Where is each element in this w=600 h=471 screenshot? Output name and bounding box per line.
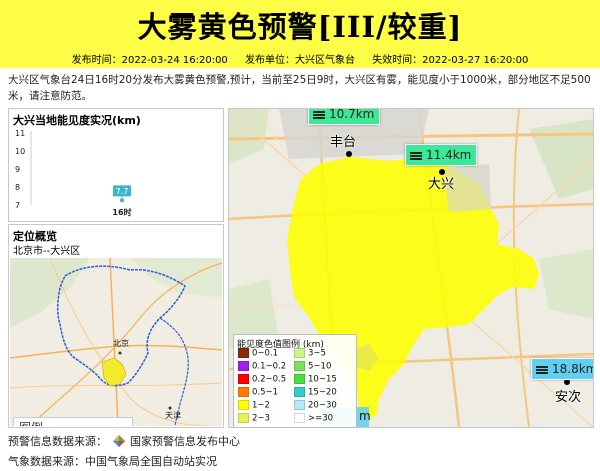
legend-swatch	[238, 413, 249, 423]
legend-label: 10~15	[308, 374, 337, 385]
station-marker-daxing[interactable]: 11.4km	[405, 144, 478, 166]
visibility-chart: 7 8 9 10 11 7.7 16时	[15, 129, 132, 217]
publish-time: 发布时间：2022-03-24 16:20:00	[71, 55, 228, 66]
location-subtitle: 北京市--大兴区	[13, 246, 81, 257]
beijing-label: 北京	[113, 339, 129, 348]
city-label-anci: 安次	[555, 390, 582, 405]
legend-item: 3~5	[294, 348, 326, 359]
tianjin-label: 天津	[165, 411, 181, 420]
warning-meta: 发布时间：2022-03-24 16:20:00 发布单位：大兴区气象台 失效时…	[0, 51, 600, 66]
y-tick-label: 7	[15, 201, 20, 210]
visibility-color-legend: 能见度色值图例 (km) 0~0.1 3~5 0.1~0.2 5~10 0.2~0.5 1…	[233, 334, 357, 428]
overview-map[interactable]: 北京 天津 图例 国界 省界	[10, 258, 222, 426]
legend-label: 0.2~0.5	[252, 374, 287, 385]
publisher: 发布单位：大兴区气象台	[245, 55, 355, 66]
source-line-2: 气象数据来源：中国气象局全国自动站实况	[8, 455, 217, 468]
y-tick-label: 10	[15, 147, 25, 156]
expire-time: 失效时间：2022-03-27 16:20:00	[372, 55, 529, 66]
legend-item: 1~2	[238, 400, 270, 411]
y-tick-label: 8	[15, 183, 20, 192]
warning-banner: 大雾黄色预警[III/较重] 发布时间：2022-03-24 16:20:00 …	[0, 0, 600, 68]
partial-station-label: m	[359, 409, 371, 423]
station-value: 11.4km	[426, 148, 472, 162]
legend-swatch	[294, 374, 305, 384]
source1-label: 预警信息数据来源：	[8, 435, 107, 448]
legend-label: 0.5~1	[252, 387, 279, 398]
station-marker-fengtai[interactable]: 10.7km	[308, 108, 381, 125]
legend-item: 0.2~0.5	[238, 374, 287, 385]
legend-item: 20~30	[294, 400, 337, 411]
legend-item: 0.5~1	[238, 387, 279, 398]
city-label-daxing: 大兴	[428, 177, 455, 192]
legend-swatch	[238, 361, 249, 371]
overview-map-legend: 图例 国界 省界	[13, 417, 133, 426]
location-overview-panel: 定位概览 北京市--大兴区 北京 天津 图例	[8, 224, 224, 428]
station-value: 18.8km	[552, 362, 594, 376]
station-marker-anci[interactable]: 18.8km	[531, 358, 594, 380]
visibility-chart-panel: 大兴当地能见度实况(km) 7 8 9 10 11 7.7 16时	[8, 108, 224, 222]
legend-swatch	[294, 361, 305, 371]
y-tick-label: 9	[15, 165, 20, 174]
legend-label: 1~2	[252, 400, 270, 411]
legend-label: >=30	[308, 413, 334, 424]
legend-swatch	[238, 400, 249, 410]
legend-swatch	[294, 400, 305, 410]
legend-label: 20~30	[308, 400, 337, 411]
warning-source-logo-icon	[112, 435, 125, 447]
legend-item: 15~20	[294, 387, 337, 398]
legend-label: 0.1~0.2	[252, 361, 287, 372]
legend-item: 0~0.1	[238, 348, 279, 359]
data-label: 7.7	[116, 187, 129, 196]
legend-item: 10~15	[294, 374, 337, 385]
station-menu-icon	[313, 110, 325, 119]
data-point[interactable]	[120, 198, 124, 203]
legend-swatch	[294, 348, 305, 358]
legend-label: 5~10	[308, 361, 332, 372]
legend-item: 5~10	[294, 361, 332, 372]
warning-title: 大雾黄色预警[III/较重]	[137, 10, 463, 44]
station-value: 10.7km	[329, 108, 375, 121]
x-category-label: 16时	[112, 207, 131, 217]
legend-item: >=30	[294, 413, 334, 424]
source-line-1: 预警信息数据来源： 国家预警信息发布中心	[8, 433, 240, 449]
station-menu-icon	[536, 365, 548, 374]
y-tick-label: 11	[15, 129, 25, 138]
legend-label: 2~3	[252, 413, 270, 424]
legend-item: 0.1~0.2	[238, 361, 287, 372]
legend-label: 0~0.1	[252, 348, 279, 359]
legend-item: 2~3	[238, 413, 270, 424]
legend-swatch	[238, 348, 249, 358]
legend-label: 15~20	[308, 387, 337, 398]
legend-title: 图例	[19, 419, 43, 426]
legend-swatch	[238, 374, 249, 384]
source1-value[interactable]: 国家预警信息发布中心	[130, 435, 240, 448]
legend-swatch	[294, 387, 305, 397]
legend-label: 3~5	[308, 348, 326, 359]
warning-description: 大兴区气象台24日16时20分发布大雾黄色预警,预计，当前至25日9时，大兴区有…	[8, 74, 591, 102]
legend-swatch	[294, 413, 305, 423]
legend-swatch	[238, 387, 249, 397]
city-label-fengtai: 丰台	[330, 135, 357, 150]
station-menu-icon	[410, 151, 422, 160]
